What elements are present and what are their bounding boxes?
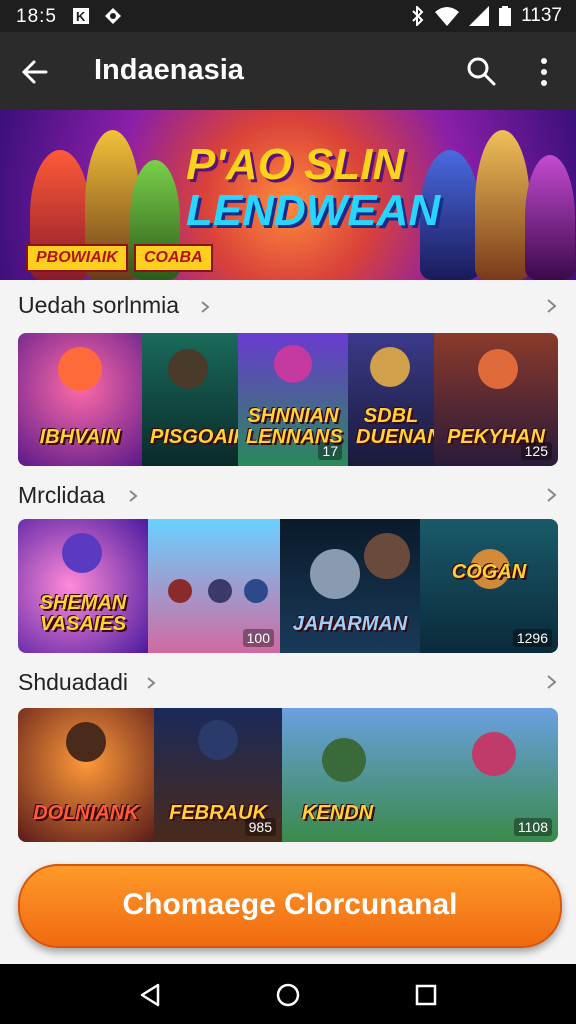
banner-tag-2: COABA	[134, 244, 213, 272]
game-card-label: DOLNIANK	[33, 802, 139, 824]
game-card-number: 125	[520, 442, 552, 460]
status-time: 18:5	[16, 6, 57, 27]
game-card[interactable]: SHNNIAN LENNANS 17	[238, 333, 348, 466]
game-card-label: JAHARMAN	[292, 613, 408, 635]
app-bar: Indaenasia	[0, 32, 576, 110]
card-art	[198, 720, 238, 760]
game-card-label: SHEMAN VASAIES	[39, 592, 127, 635]
card-art	[310, 549, 360, 599]
app-title: Indaenasia	[94, 54, 244, 86]
game-card-number: 1296	[512, 629, 552, 647]
nav-recents-icon[interactable]	[412, 981, 440, 1009]
card-art	[208, 579, 232, 603]
card-art	[168, 579, 192, 603]
banner-character-right-3	[525, 155, 575, 280]
game-card[interactable]: KENDN 1108	[282, 708, 558, 842]
card-art	[472, 732, 516, 776]
battery-text: 1137	[521, 5, 562, 26]
game-card-label: PISGOAIK	[150, 426, 238, 448]
signal-icon	[469, 6, 490, 26]
section-1-row: IBHVAIN PISGOAIK SHNNIAN LENNANS 17 SDBL…	[18, 333, 558, 466]
card-art	[66, 722, 106, 762]
chevron-right-icon	[129, 490, 138, 502]
banner-title-line1: P'AO SLIN	[186, 140, 405, 189]
cta-button-label: Chomaege Clorcunanal	[122, 888, 458, 921]
game-card[interactable]: SHEMAN VASAIES	[18, 519, 148, 653]
section-1-more-chevron-icon[interactable]	[544, 299, 558, 313]
card-art	[370, 347, 410, 387]
nav-home-icon[interactable]	[274, 981, 302, 1009]
card-art	[244, 579, 268, 603]
section-2-more-chevron-icon[interactable]	[544, 488, 558, 502]
banner-tag-1: PBOWIAIK	[26, 244, 128, 272]
section-3-row: DOLNIANK FEBRAUK 985 KENDN 1108	[18, 708, 558, 842]
section-2-row: SHEMAN VASAIES 100 JAHARMAN COGAN 1296	[18, 519, 558, 653]
card-art	[62, 533, 102, 573]
back-arrow-icon[interactable]	[18, 56, 50, 88]
notification-k-icon: K	[73, 8, 89, 24]
game-card[interactable]: SDBL DUENAN	[348, 333, 434, 466]
status-bar: 18:5 K 1137	[0, 0, 576, 32]
game-card[interactable]: JAHARMAN	[280, 519, 420, 653]
card-art	[58, 347, 102, 391]
game-card-number: 985	[244, 818, 276, 836]
game-card-label: KENDN	[302, 802, 374, 824]
banner-title-line2: LENDWEAN	[186, 186, 441, 235]
svg-text:K: K	[76, 9, 86, 24]
section-heading-1[interactable]: Uedah sorlnmia	[18, 292, 179, 319]
card-art	[322, 738, 366, 782]
wifi-icon	[435, 7, 460, 26]
game-card-number: 1108	[513, 818, 552, 836]
game-card[interactable]: COGAN 1296	[420, 519, 558, 653]
system-nav-bar	[0, 964, 576, 1024]
section-heading-2[interactable]: Mrclidaa	[18, 482, 105, 509]
battery-icon	[499, 6, 512, 26]
banner-character-right-2	[475, 130, 530, 280]
card-art	[364, 533, 410, 579]
game-card[interactable]: DOLNIANK	[18, 708, 154, 842]
game-card-label: IBHVAIN	[39, 426, 121, 448]
bluetooth-icon	[412, 6, 424, 26]
section-heading-3[interactable]: Shduadadi	[18, 669, 128, 696]
game-card[interactable]: 100	[148, 519, 280, 653]
game-card[interactable]: PEKYHAN 125	[434, 333, 558, 466]
game-card-label: COGAN	[451, 561, 527, 583]
search-icon[interactable]	[466, 56, 496, 86]
game-card[interactable]: FEBRAUK 985	[154, 708, 282, 842]
card-art	[168, 349, 208, 389]
chevron-right-icon	[147, 677, 156, 689]
notification-diamond-icon	[105, 8, 121, 24]
status-right-group: 1137	[411, 5, 562, 27]
more-vert-icon[interactable]	[530, 56, 558, 88]
game-card[interactable]: IBHVAIN	[18, 333, 142, 466]
game-card-number: 17	[318, 442, 342, 460]
chevron-right-icon	[201, 301, 210, 313]
section-3-more-chevron-icon[interactable]	[544, 675, 558, 689]
game-card-label: SDBL DUENAN	[356, 405, 434, 448]
hero-banner[interactable]: P'AO SLIN LENDWEAN PBOWIAIK COABA	[0, 110, 576, 280]
game-card-number: 100	[242, 629, 274, 647]
nav-back-icon[interactable]	[136, 981, 164, 1009]
card-art	[274, 345, 312, 383]
card-art	[478, 349, 518, 389]
cta-button[interactable]: Chomaege Clorcunanal	[18, 864, 562, 948]
game-card[interactable]: PISGOAIK	[142, 333, 238, 466]
